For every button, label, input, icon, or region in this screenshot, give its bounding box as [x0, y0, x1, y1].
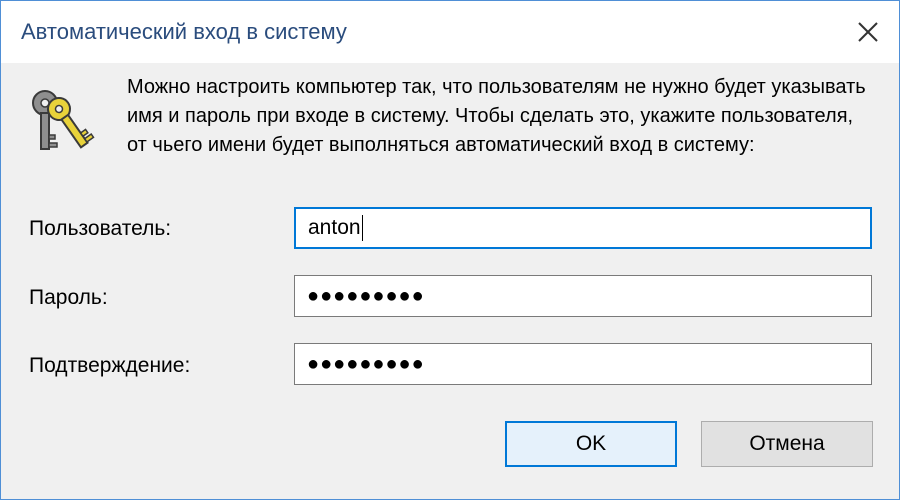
confirm-label: Подтверждение:	[29, 354, 191, 377]
auto-login-dialog: Автоматический вход в систему Можно наст…	[0, 0, 900, 500]
password-input-value: ●●●●●●●●●	[307, 284, 425, 307]
password-input[interactable]: ●●●●●●●●●	[294, 275, 872, 317]
dialog-description: Можно настроить компьютер так, что польз…	[127, 76, 866, 156]
confirm-input-value: ●●●●●●●●●	[307, 352, 425, 375]
user-input[interactable]: anton	[294, 207, 872, 249]
keys-icon	[32, 90, 95, 150]
user-input-value: anton	[308, 216, 361, 239]
cancel-button[interactable]: Отмена	[701, 421, 873, 467]
ok-button[interactable]: OK	[505, 421, 677, 467]
user-label: Пользователь:	[29, 217, 172, 240]
dialog-title: Автоматический вход в систему	[21, 19, 347, 44]
close-icon	[858, 22, 878, 42]
confirm-password-input[interactable]: ●●●●●●●●●	[294, 343, 872, 385]
close-button[interactable]	[837, 1, 899, 63]
title-bar[interactable]: Автоматический вход в систему	[1, 1, 899, 63]
text-caret	[361, 215, 363, 241]
password-label: Пароль:	[29, 286, 108, 309]
